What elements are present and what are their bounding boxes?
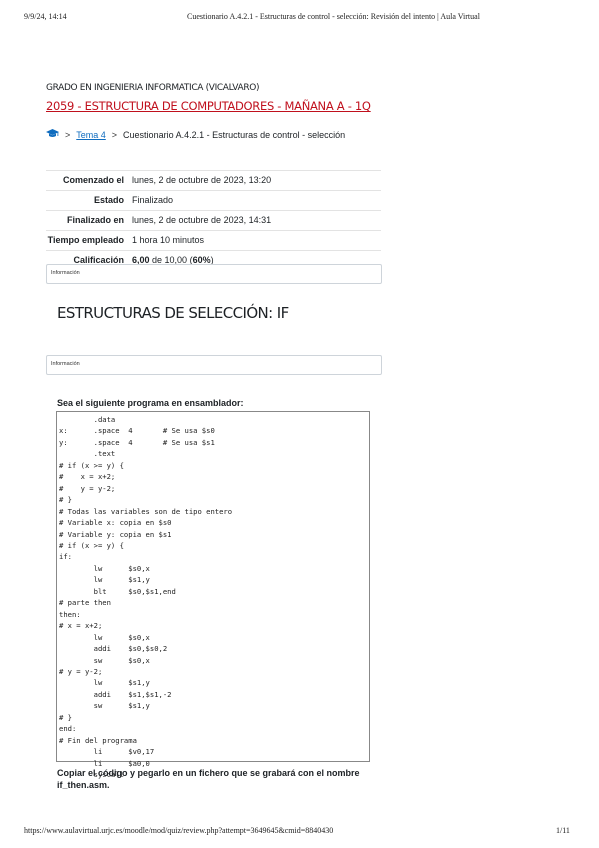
summary-value: lunes, 2 de octubre de 2023, 13:20: [132, 175, 272, 185]
info-label: Información: [51, 270, 80, 276]
instruction-line: Copiar el código y pegarlo en un fichero…: [57, 768, 360, 778]
summary-value: 1 hora 10 minutos: [132, 235, 205, 245]
attempt-summary-table: Comenzado el lunes, 2 de octubre de 2023…: [46, 170, 381, 270]
assembly-code: .data x: .space 4 # Se usa $s0 y: .space…: [59, 415, 233, 780]
course-degree: GRADO EN INGENIERIA INFORMATICA (VICALVA…: [46, 83, 260, 93]
chevron-right-icon: >: [65, 130, 71, 140]
summary-row: Estado Finalizado: [46, 190, 381, 211]
question-intro: Sea el siguiente programa en ensamblador…: [57, 398, 244, 408]
filename: if_then.asm.: [57, 780, 110, 790]
info-label: Información: [51, 361, 80, 367]
summary-row: Finalizado en lunes, 2 de octubre de 202…: [46, 210, 381, 231]
breadcrumb-tema-link[interactable]: Tema 4: [76, 130, 106, 140]
code-block: .data x: .space 4 # Se usa $s0 y: .space…: [56, 411, 370, 779]
summary-label: Estado: [93, 195, 124, 205]
course-title-link[interactable]: 2059 - ESTRUCTURA DE COMPUTADORES - MAÑA…: [46, 99, 371, 113]
breadcrumb-current: Cuestionario A.4.2.1 - Estructuras de co…: [123, 130, 346, 140]
print-page-title: Cuestionario A.4.2.1 - Estructuras de co…: [187, 12, 480, 21]
summary-row: Comenzado el lunes, 2 de octubre de 2023…: [46, 170, 381, 191]
summary-value: lunes, 2 de octubre de 2023, 14:31: [132, 215, 272, 225]
question-instruction: Copiar el código y pegarlo en un fichero…: [57, 767, 387, 791]
info-block: Información: [46, 264, 382, 284]
info-block: Información: [46, 355, 382, 375]
summary-label: Finalizado en: [66, 215, 124, 225]
print-date: 9/9/24, 14:14: [24, 12, 67, 21]
print-url: https://www.aulavirtual.urjc.es/moodle/m…: [24, 826, 334, 835]
summary-row: Tiempo empleado 1 hora 10 minutos: [46, 230, 381, 251]
summary-value: Finalizado: [132, 195, 174, 205]
graduation-cap-icon[interactable]: [46, 129, 59, 141]
summary-label: Tiempo empleado: [47, 235, 124, 245]
chevron-right-icon: >: [111, 130, 118, 140]
summary-label: Comenzado el: [62, 175, 124, 185]
section-heading: ESTRUCTURAS DE SELECCIÓN: IF: [57, 304, 289, 322]
print-page-number: 1/11: [556, 826, 570, 835]
breadcrumb: > Tema 4 > Cuestionario A.4.2.1 - Estruc…: [46, 129, 345, 141]
